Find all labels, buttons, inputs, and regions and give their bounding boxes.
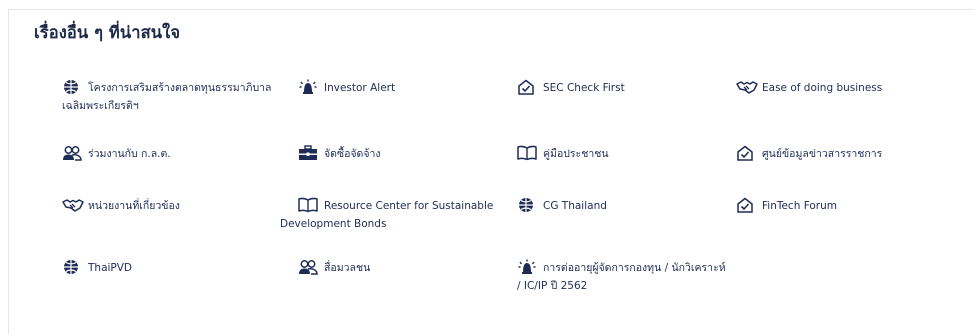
link-label: คู่มือประชาชน <box>543 148 609 160</box>
envelope-check-icon <box>517 79 537 95</box>
link-fintech-forum[interactable]: FinTech Forum <box>736 197 936 215</box>
globe-icon <box>62 79 82 95</box>
link-label: หน่วยงานที่เกี่ยวข้อง <box>88 200 180 212</box>
link-label: โครงการเสริมสร้างตลาดทุนธรรมาภิบาลเฉลิมพ… <box>62 82 272 112</box>
link-investor-alert[interactable]: Investor Alert <box>298 79 498 97</box>
link-careers[interactable]: ร่วมงานกับ ก.ล.ต. <box>62 145 262 163</box>
link-procurement[interactable]: จัดซื้อจัดจ้าง <box>298 145 498 163</box>
link-media[interactable]: สื่อมวลชน <box>298 259 498 277</box>
link-label: จัดซื้อจัดจ้าง <box>324 148 381 160</box>
link-sec-check-first[interactable]: SEC Check First <box>517 79 717 97</box>
handshake-icon <box>736 79 758 95</box>
envelope-check-icon <box>736 145 756 161</box>
link-label: SEC Check First <box>543 82 625 94</box>
section-title: เรื่องอื่น ๆ ที่น่าสนใจ <box>34 23 181 42</box>
envelope-check-icon <box>736 197 756 213</box>
link-label: ThaiPVD <box>88 262 133 274</box>
book-icon <box>298 197 318 213</box>
link-official-info-center[interactable]: ศูนย์ข้อมูลข่าวสารราชการ <box>736 145 936 163</box>
handshake-icon <box>62 197 84 213</box>
link-label: ร่วมงานกับ ก.ล.ต. <box>88 148 171 160</box>
link-label: Ease of doing business <box>762 82 883 94</box>
link-label: CG Thailand <box>543 200 607 212</box>
link-thaipvd[interactable]: ThaiPVD <box>62 259 262 277</box>
related-links-panel <box>8 9 974 334</box>
link-sustainable-bonds-resource-center[interactable]: Resource Center for Sustainable Developm… <box>280 197 494 233</box>
alert-siren-icon <box>517 259 537 275</box>
link-label: การต่ออายุผู้จัดการกองทุน / นักวิเคราะห์… <box>517 262 726 292</box>
link-label: Investor Alert <box>324 82 396 94</box>
link-citizen-manual[interactable]: คู่มือประชาชน <box>517 145 717 163</box>
link-related-agencies[interactable]: หน่วยงานที่เกี่ยวข้อง <box>62 197 262 215</box>
book-icon <box>517 145 537 161</box>
link-license-renewal[interactable]: การต่ออายุผู้จัดการกองทุน / นักวิเคราะห์… <box>517 259 727 295</box>
link-cg-thailand[interactable]: CG Thailand <box>517 197 717 215</box>
briefcase-icon <box>298 145 318 161</box>
link-label: FinTech Forum <box>762 200 837 212</box>
link-ease-of-doing-business[interactable]: Ease of doing business <box>736 79 936 97</box>
alert-siren-icon <box>298 79 318 95</box>
link-label: สื่อมวลชน <box>324 262 371 274</box>
link-label: ศูนย์ข้อมูลข่าวสารราชการ <box>762 148 883 160</box>
people-icon <box>62 145 82 161</box>
people-icon <box>298 259 318 275</box>
globe-icon <box>62 259 82 275</box>
globe-icon <box>517 197 537 213</box>
link-capital-market-governance[interactable]: โครงการเสริมสร้างตลาดทุนธรรมาภิบาลเฉลิมพ… <box>62 79 274 115</box>
